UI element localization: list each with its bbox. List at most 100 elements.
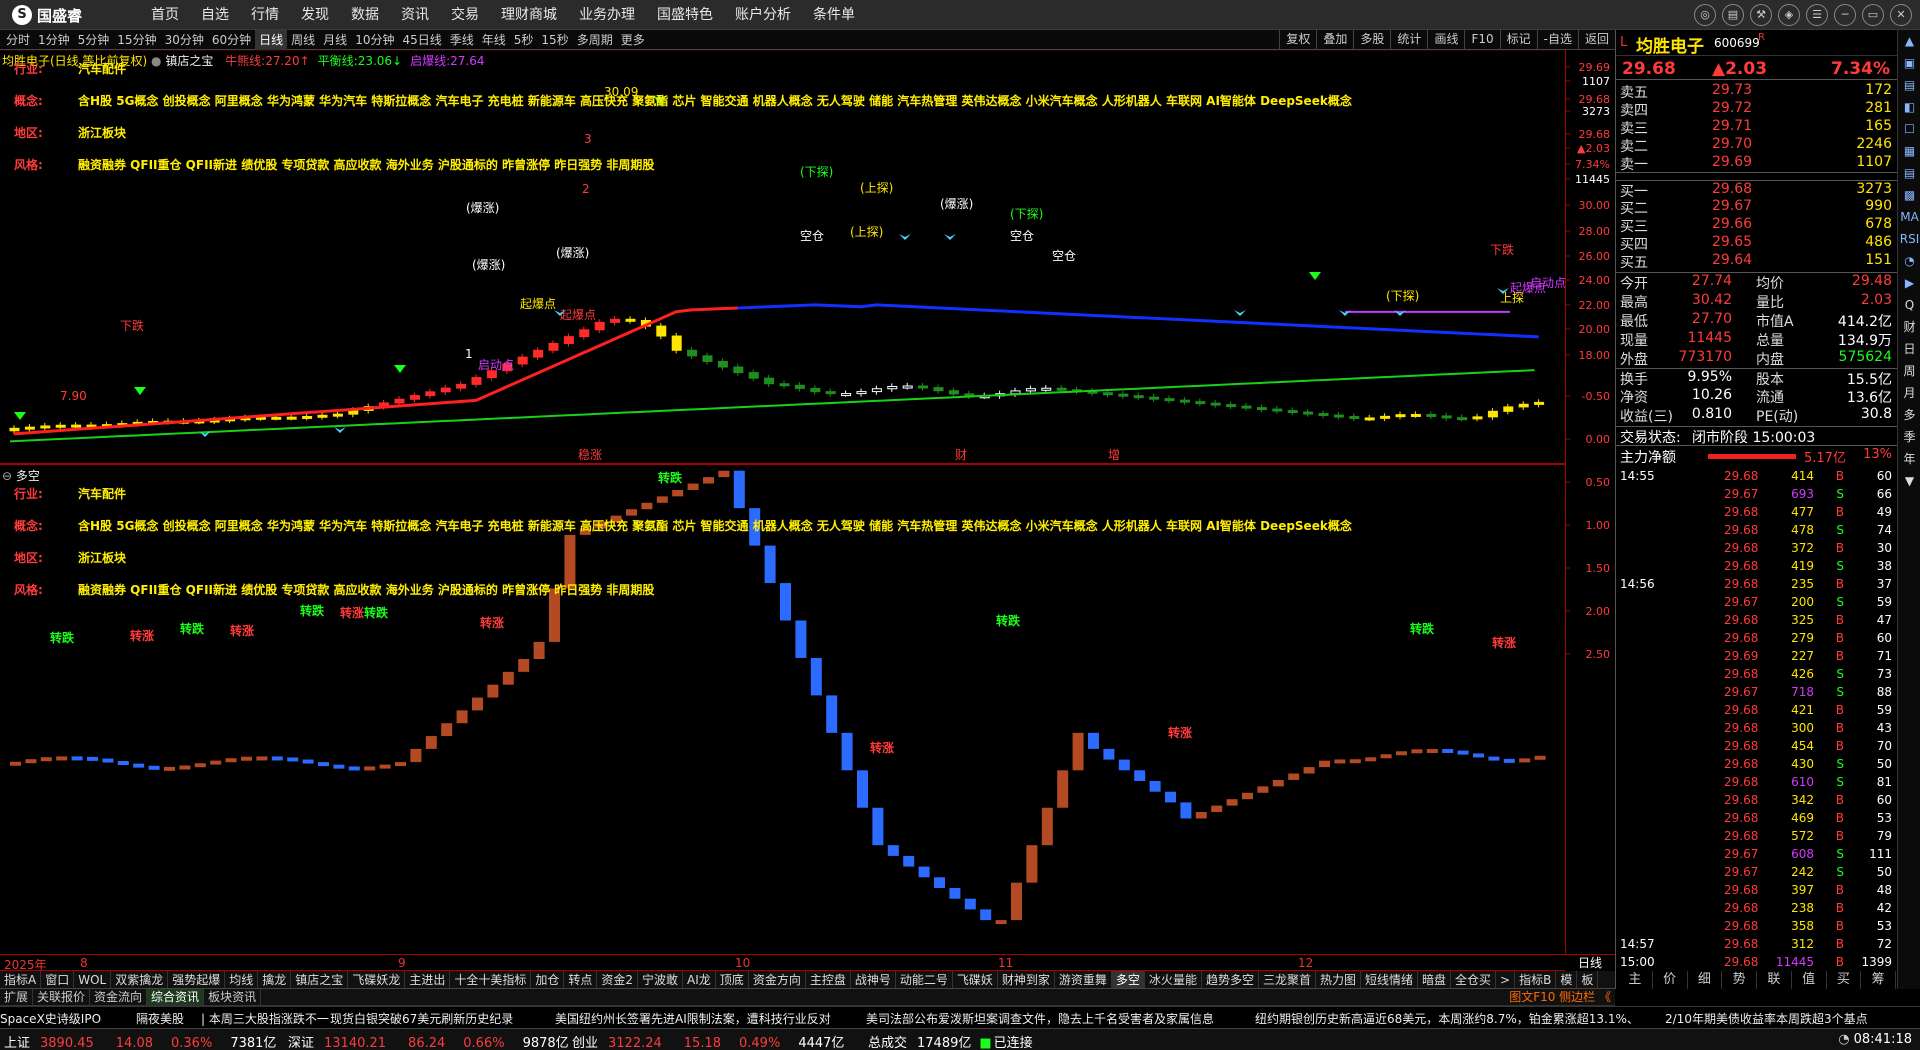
chart-tool-button[interactable]: 叠加 <box>1316 30 1353 50</box>
chart-tool-button[interactable]: 统计 <box>1390 30 1427 50</box>
indicator-tab[interactable]: 加仓 <box>531 971 565 988</box>
bottom-right-links[interactable]: 图文F10 侧边栏 《 <box>1509 989 1611 1006</box>
indicator-tab[interactable]: WOL <box>74 971 112 988</box>
period-tab[interactable]: 15分钟 <box>113 30 160 50</box>
side-tab[interactable]: 日 <box>1898 338 1920 360</box>
nav-item[interactable]: 资讯 <box>390 0 440 30</box>
chart-tool-button[interactable]: 复权 <box>1279 30 1316 50</box>
indicator-tab[interactable]: 短线情绪 <box>1361 971 1419 988</box>
side-tab[interactable]: 周 <box>1898 360 1920 382</box>
order-row[interactable]: 卖一 29.69 1107 <box>1616 154 1898 173</box>
period-tab[interactable]: 10分钟 <box>351 30 398 50</box>
indicator-tab[interactable]: 转点 <box>564 971 598 988</box>
indicator-tab[interactable]: 资金方向 <box>749 971 806 988</box>
order-row[interactable]: 卖二 29.70 2246 <box>1616 136 1898 155</box>
order-row[interactable]: 买四 29.65 486 <box>1616 234 1898 253</box>
nav-item[interactable]: 条件单 <box>802 0 866 30</box>
side-tab[interactable]: ▤ <box>1898 74 1920 96</box>
index-quote[interactable]: 创业 3122.24 15.18 0.49% 4447亿 <box>572 1032 844 1050</box>
indicator-tab[interactable]: 暗盘 <box>1418 971 1452 988</box>
bottom-tab[interactable]: 板块资讯 <box>204 989 262 1005</box>
nav-item[interactable]: 业务办理 <box>568 0 646 30</box>
period-tab[interactable]: 5秒 <box>510 30 538 50</box>
indicator-tab[interactable]: 双紫擒龙 <box>111 971 169 988</box>
index-quote[interactable]: 深证 13140.21 86.24 0.66% 9878亿 <box>288 1032 569 1050</box>
indicator-tab[interactable]: 宁波敢 <box>638 971 684 988</box>
indicator-tab[interactable]: 资金2 <box>597 971 639 988</box>
indicator-tab[interactable]: 冰火量能 <box>1145 971 1202 988</box>
indicator-tab[interactable]: 均线 <box>225 971 259 988</box>
side-tab[interactable]: ▩ <box>1898 184 1920 206</box>
quote-tab[interactable]: 价 <box>1653 971 1688 989</box>
side-tab[interactable]: 财 <box>1898 316 1920 338</box>
period-indicator[interactable]: 日线 <box>1565 954 1615 971</box>
side-tab[interactable]: ◧ <box>1898 96 1920 118</box>
nav-item[interactable]: 自选 <box>190 0 240 30</box>
period-tab[interactable]: 月线 <box>319 30 351 50</box>
period-tab[interactable]: 分时 <box>2 30 34 50</box>
order-row[interactable]: 卖五 29.73 172 <box>1616 82 1898 101</box>
minimize-icon[interactable]: ─ <box>1834 4 1856 26</box>
period-tab[interactable]: 更多 <box>617 30 649 50</box>
indicator-tab[interactable]: AI龙 <box>683 971 716 988</box>
period-tab[interactable]: 30分钟 <box>161 30 208 50</box>
side-tab[interactable]: 季 <box>1898 426 1920 448</box>
chart-tool-button[interactable]: 画线 <box>1427 30 1464 50</box>
side-tab[interactable]: 月 <box>1898 382 1920 404</box>
bottom-tab[interactable]: 扩展 <box>0 989 34 1005</box>
indicator-tab[interactable]: 指标A <box>0 971 42 988</box>
side-tab[interactable]: ▤ <box>1898 162 1920 184</box>
news-ticker[interactable]: SpaceX史诗级IPO 隔夜美股 | 本周三大股指涨跌不一 现货白银突破67美元刷新… <box>0 1006 1920 1028</box>
side-tab[interactable]: ☐ <box>1898 118 1920 140</box>
news-item[interactable]: 现货白银突破67美元刷新历史纪录 <box>330 1010 513 1027</box>
quote-tab[interactable]: 筹 <box>1861 971 1896 989</box>
indicator-tab[interactable]: 主控盘 <box>806 971 851 988</box>
chart-tool-button[interactable]: 标记 <box>1499 30 1537 50</box>
news-item[interactable]: SpaceX史诗级IPO <box>0 1010 101 1027</box>
chart-tool-button[interactable]: 返回 <box>1577 30 1615 50</box>
period-tab[interactable]: 5分钟 <box>74 30 114 50</box>
side-tab[interactable]: Q <box>1898 294 1920 316</box>
kline-chart[interactable]: 均胜电子(日线,等比前复权) ● 镇店之宝 牛熊线:27.20↑ 平衡线:23.0… <box>0 50 1565 465</box>
chart-tool-button[interactable]: -自选 <box>1536 30 1578 50</box>
indicator-tab[interactable]: 十全十美指标 <box>450 971 532 988</box>
period-tab[interactable]: 年线 <box>478 30 510 50</box>
skin-icon[interactable]: ◈ <box>1778 4 1800 26</box>
indicator-tab[interactable]: 动能二号 <box>896 971 953 988</box>
period-tab[interactable]: 季线 <box>446 30 478 50</box>
indicator-tab[interactable]: 多空 <box>1111 971 1145 988</box>
period-tab[interactable]: 45日线 <box>398 30 445 50</box>
indicator-tab[interactable]: 战神号 <box>851 971 896 988</box>
side-tab[interactable]: 多 <box>1898 404 1920 426</box>
news-item[interactable]: 美国纽约州长签署先进AI限制法案，遭科技行业反对 <box>555 1010 831 1027</box>
chart-tool-button[interactable]: F10 <box>1464 30 1499 50</box>
news-item[interactable]: 隔夜美股 <box>136 1010 184 1027</box>
quote-tab[interactable]: 细 <box>1688 971 1723 989</box>
side-tab[interactable]: ▣ <box>1898 52 1920 74</box>
side-tab[interactable]: 年 <box>1898 448 1920 470</box>
indicator-tab[interactable]: 热力图 <box>1316 971 1361 988</box>
tools-icon[interactable]: ⚒ <box>1750 4 1772 26</box>
indicator-tab[interactable]: > <box>1496 971 1516 988</box>
news-item[interactable]: 美司法部公布爱泼斯坦案调查文件，隐去上千名受害者及家属信息 <box>866 1010 1214 1027</box>
indicator-tab[interactable]: 顶底 <box>716 971 749 988</box>
quote-tab[interactable]: 势 <box>1722 971 1757 989</box>
quote-tab[interactable]: 值 <box>1792 971 1827 989</box>
nav-item[interactable]: 首页 <box>140 0 190 30</box>
order-row[interactable]: 买二 29.67 990 <box>1616 198 1898 217</box>
duokong-chart[interactable]: ⊖ 多空 行业: 汽车配件 概念: 含H股 5G概念 创投概念 阿里概念 华为鸿蒙 华… <box>0 467 1565 954</box>
indicator-tab[interactable]: 镇店之宝 <box>291 971 349 988</box>
indicator-tab[interactable]: 模 <box>1556 971 1578 988</box>
indicator-tab[interactable]: 游资重舞 <box>1055 971 1112 988</box>
indicator-tab[interactable]: 财神到家 <box>998 971 1055 988</box>
side-tab[interactable]: ▶ <box>1898 272 1920 294</box>
quote-tab[interactable]: 买 <box>1827 971 1862 989</box>
tick-list[interactable]: 14:55 29.68 414 B 60 29.67 693 S 66 29.68 477 B 49 29… <box>1616 467 1898 971</box>
nav-item[interactable]: 行情 <box>240 0 290 30</box>
side-tab[interactable]: ▼ <box>1898 470 1920 492</box>
order-row[interactable]: 卖四 29.72 281 <box>1616 100 1898 119</box>
period-tab[interactable]: 15秒 <box>537 30 572 50</box>
close-icon[interactable]: ✕ <box>1890 4 1912 26</box>
news-item[interactable]: | 本周三大股指涨跌不一 <box>201 1010 329 1027</box>
stock-name[interactable]: 均胜电子 <box>1636 32 1704 57</box>
